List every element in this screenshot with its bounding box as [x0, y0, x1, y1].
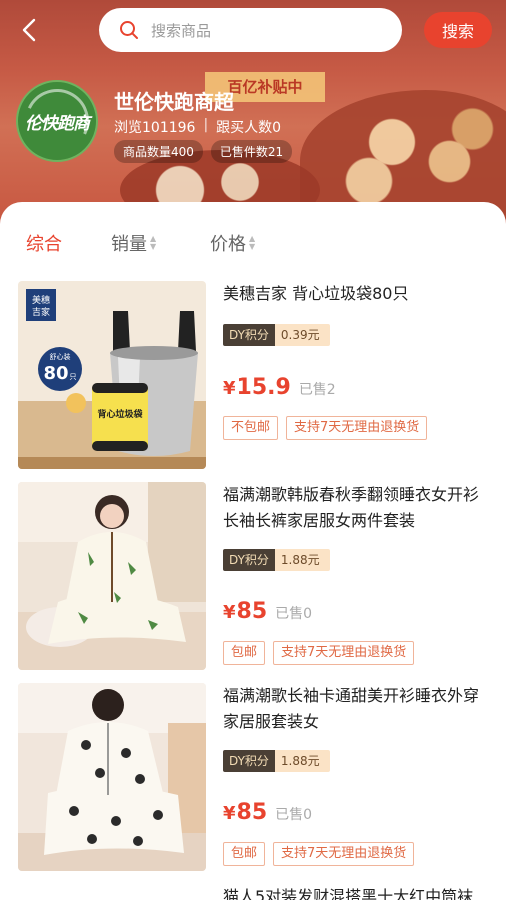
dy-points: DY积分 1.88元: [223, 549, 330, 571]
product-tags: 包邮 支持7天无理由退换货: [223, 842, 415, 866]
product-image[interactable]: 背心垃圾袋 美穗 吉家 舒心装 80 只: [18, 281, 206, 469]
product-card[interactable]: 福满潮歌长袖卡通甜美开衫睡衣外穿家居服套装女 DY积分 1.88元 ¥85 已售0…: [0, 683, 506, 883]
badge-unit: 只: [70, 373, 77, 381]
search-input[interactable]: 搜索商品: [99, 8, 402, 52]
shop-followers: 跟买人数0: [216, 120, 282, 136]
product-card[interactable]: 福满潮歌韩版春秋季翻领睡衣女开衫长袖长裤家居服女两件套装 DY积分 1.88元 ¥…: [0, 482, 506, 682]
product-price: ¥85 已售0: [223, 599, 313, 624]
shipping-tag: 不包邮: [223, 416, 279, 440]
header-background-nuts: [300, 90, 506, 220]
sort-tab-sales[interactable]: 销量 ▲ ▼: [111, 230, 156, 256]
brand-line-1: 美穗: [32, 294, 50, 306]
product-sold: 已售0: [275, 807, 313, 823]
search-icon: [120, 21, 138, 39]
shop-views: 浏览101196: [114, 120, 196, 136]
sort-tab-price[interactable]: 价格 ▲ ▼: [210, 230, 255, 256]
product-sold: 已售0: [275, 606, 313, 622]
product-title[interactable]: 美穗吉家 背心垃圾袋80只: [223, 281, 488, 307]
return-tag: 支持7天无理由退换货: [273, 842, 415, 866]
return-tag: 支持7天无理由退换货: [273, 641, 415, 665]
can-label: 背心垃圾袋: [97, 408, 143, 420]
product-tags: 不包邮 支持7天无理由退换货: [223, 416, 428, 440]
product-title[interactable]: 福满潮歌长袖卡通甜美开衫睡衣外穿家居服套装女: [223, 683, 488, 735]
product-title[interactable]: 猫人5对装发财混搭黑十大红中筒袜: [223, 884, 488, 900]
product-card[interactable]: 背心垃圾袋 美穗 吉家 舒心装 80 只 美穗吉家 背心垃圾袋80只 DY积分 0…: [0, 281, 506, 481]
brand-line-2: 吉家: [32, 306, 50, 318]
shop-name: 世伦快跑商超: [114, 90, 234, 114]
search-placeholder: 搜索商品: [151, 21, 212, 40]
shop-tag-product-count: 商品数量400: [114, 140, 203, 163]
sort-arrows-icon: ▲ ▼: [150, 234, 157, 251]
dy-points: DY积分 1.88元: [223, 750, 330, 772]
product-image[interactable]: [18, 683, 206, 871]
chevron-left-icon: [22, 18, 36, 42]
dy-points: DY积分 0.39元: [223, 324, 330, 346]
product-title[interactable]: 福满潮歌韩版春秋季翻领睡衣女开衫长袖长裤家居服女两件套装: [223, 482, 488, 534]
shop-tag-sold-count: 已售件数21: [210, 140, 293, 163]
product-image[interactable]: [18, 482, 206, 670]
search-button[interactable]: 搜索: [424, 12, 492, 48]
shipping-tag: 包邮: [223, 641, 266, 665]
shipping-tag: 包邮: [223, 842, 266, 866]
badge-top: 舒心装: [50, 352, 71, 361]
product-price: ¥85 已售0: [223, 800, 313, 825]
sort-bar: 综合 销量 ▲ ▼ 价格 ▲ ▼: [0, 224, 506, 260]
shop-stats: 浏览101196 | 跟买人数0: [114, 117, 282, 136]
sort-arrows-icon: ▲ ▼: [249, 234, 256, 251]
product-sold: 已售2: [298, 382, 336, 398]
shop-header: 百亿补贴中 搜索商品 搜索 伦快跑商 世伦快跑商超 浏览101196 | 跟买人…: [0, 0, 506, 230]
shop-tags: 商品数量400 已售件数21: [114, 140, 293, 163]
sort-tab-default[interactable]: 综合: [26, 230, 62, 256]
back-button[interactable]: [14, 14, 46, 46]
return-tag: 支持7天无理由退换货: [286, 416, 428, 440]
product-price: ¥15.9 已售2: [223, 375, 336, 400]
shop-logo[interactable]: 伦快跑商: [16, 80, 98, 162]
product-tags: 包邮 支持7天无理由退换货: [223, 641, 415, 665]
badge-num: 80: [43, 363, 68, 384]
